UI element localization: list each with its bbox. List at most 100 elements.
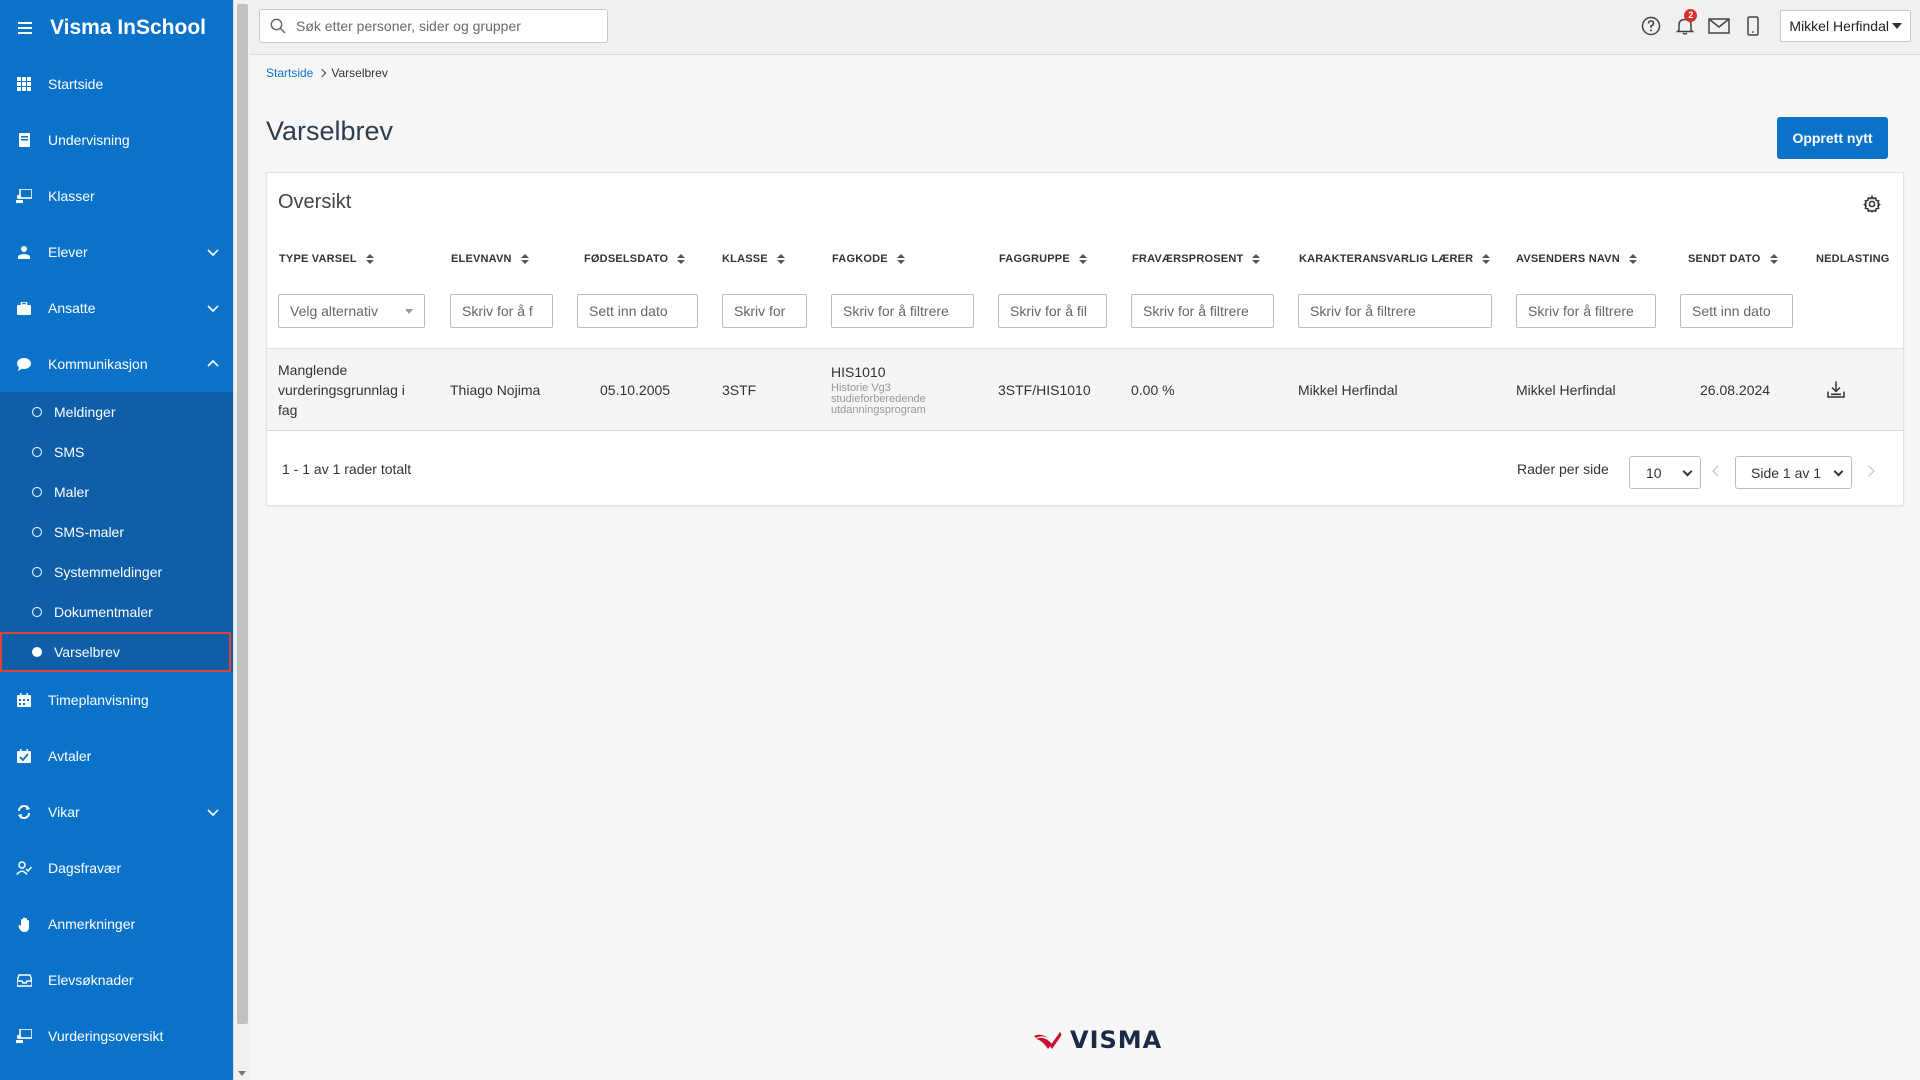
chevron-down-icon[interactable]: [207, 246, 219, 258]
app-title[interactable]: Visma InSchool: [50, 16, 206, 40]
column-header-type-varsel[interactable]: TYPE VARSEL: [279, 253, 374, 265]
row-count-text: 1 - 1 av 1 rader totalt: [282, 461, 412, 477]
sidebar-sub-varselbrev[interactable]: Varselbrev: [0, 632, 231, 672]
filter-klasse-input[interactable]: Skriv for: [722, 294, 807, 328]
filter-placeholder: Sett inn dato: [589, 303, 668, 319]
column-header-label: FAGKODE: [832, 253, 888, 265]
sort-icon[interactable]: [896, 254, 905, 264]
column-header-avsenders-navn[interactable]: AVSENDERS NAVN: [1516, 253, 1637, 265]
sidebar-sub-label: Varselbrev: [54, 644, 120, 660]
radio-dot-icon: [32, 527, 42, 537]
filter-elevnavn-input[interactable]: Skriv for å f: [450, 294, 553, 328]
gear-icon[interactable]: [1863, 195, 1881, 213]
sidebar-item-vurderingsoversikt[interactable]: Vurderingsoversikt: [0, 1008, 233, 1064]
sort-icon[interactable]: [1078, 254, 1087, 264]
scroll-down-arrow-icon[interactable]: [238, 1071, 246, 1076]
filter-avsender-input[interactable]: Skriv for å filtrere: [1516, 294, 1656, 328]
filter-type-varsel-select[interactable]: Velg alternativ: [278, 294, 425, 328]
next-page-icon[interactable]: [1863, 465, 1875, 477]
cell-avsender: Mikkel Herfindal: [1516, 381, 1616, 398]
sidebar-item-undervisning[interactable]: Undervisning: [0, 112, 233, 168]
visma-wordmark: VISMA: [1070, 1026, 1163, 1054]
filter-karakteransvarlig-input[interactable]: Skriv for å filtrere: [1298, 294, 1492, 328]
rows-per-page-label: Rader per side: [1517, 461, 1609, 477]
help-icon: [1642, 16, 1661, 36]
sidebar-scrollbar[interactable]: [233, 0, 250, 1080]
column-header-faggruppe[interactable]: FAGGRUPPE: [999, 253, 1087, 265]
column-header-label: FAGGRUPPE: [999, 253, 1070, 265]
calendar-check-icon: [16, 748, 32, 764]
column-header-elevnavn[interactable]: ELEVNAVN: [451, 253, 529, 265]
sidebar-sub-sms[interactable]: SMS: [0, 432, 233, 472]
sidebar-item-avtaler[interactable]: Avtaler: [0, 728, 233, 784]
filter-fagkode-input[interactable]: Skriv for å filtrere: [831, 294, 974, 328]
column-header-fravaersprosent[interactable]: FRAVÆRSPROSENT: [1132, 253, 1261, 265]
sort-icon[interactable]: [1769, 254, 1778, 264]
sort-icon[interactable]: [1628, 254, 1637, 264]
sidebar-sub-meldinger[interactable]: Meldinger: [0, 392, 233, 432]
column-header-label: FRAVÆRSPROSENT: [1132, 253, 1244, 265]
previous-page-icon[interactable]: [1712, 465, 1724, 477]
filter-placeholder: Velg alternativ: [290, 303, 378, 319]
chevron-up-icon[interactable]: [207, 358, 219, 370]
sidebar-item-dagsfravaer[interactable]: Dagsfravær: [0, 840, 233, 896]
sort-icon[interactable]: [1252, 254, 1261, 264]
sort-icon[interactable]: [365, 254, 374, 264]
sidebar-item-timeplanvisning[interactable]: Timeplanvisning: [0, 672, 233, 728]
filter-fodselsdato-input[interactable]: Sett inn dato: [577, 294, 698, 328]
cell-fravaersprosent: 0.00 %: [1131, 381, 1175, 398]
sidebar-item-label: Ansatte: [48, 300, 96, 316]
column-header-nedlasting: NEDLASTING: [1816, 253, 1890, 265]
sort-icon[interactable]: [776, 254, 785, 264]
chevron-down-icon[interactable]: [207, 806, 219, 818]
scrollbar-thumb[interactable]: [237, 4, 248, 1024]
sidebar-item-label: Elevsøknader: [48, 972, 134, 988]
user-menu-button[interactable]: Mikkel Herfindal: [1780, 10, 1911, 42]
sidebar-sub-maler[interactable]: Maler: [0, 472, 233, 512]
sidebar-item-vikar[interactable]: Vikar: [0, 784, 233, 840]
download-button[interactable]: [1827, 381, 1845, 402]
chevron-down-icon: [1682, 466, 1693, 477]
radio-dot-icon: [32, 607, 42, 617]
page-select[interactable]: Side 1 av 1: [1735, 456, 1852, 489]
column-header-fagkode[interactable]: FAGKODE: [832, 253, 905, 265]
sort-icon[interactable]: [677, 254, 686, 264]
rows-per-page-select[interactable]: 10: [1629, 456, 1701, 489]
filter-sendt-dato-input[interactable]: Sett inn dato: [1680, 294, 1793, 328]
sidebar-item-klasser[interactable]: Klasser: [0, 168, 233, 224]
notifications-button[interactable]: 2: [1668, 8, 1702, 44]
top-icons: 2 Mikkel Herfindal: [1634, 8, 1920, 44]
sidebar-item-startside[interactable]: Startside: [0, 56, 233, 112]
search-input[interactable]: [296, 18, 596, 34]
column-header-klasse[interactable]: KLASSE: [722, 253, 785, 265]
sidebar-sub-sms-maler[interactable]: SMS-maler: [0, 512, 233, 552]
sidebar-item-anmerkninger[interactable]: Anmerkninger: [0, 896, 233, 952]
hamburger-menu-icon[interactable]: [18, 19, 32, 37]
breadcrumb-home-link[interactable]: Startside: [266, 66, 313, 80]
sidebar-sub-label: Dokumentmaler: [54, 604, 153, 620]
chevron-down-icon: [1833, 466, 1844, 477]
help-button[interactable]: [1634, 8, 1668, 44]
sidebar-item-elever[interactable]: Elever: [0, 224, 233, 280]
table-row[interactable]: Manglende vurderingsgrunnlag i fag Thiag…: [267, 348, 1903, 431]
column-header-sendt-dato[interactable]: SENDT DATO: [1688, 253, 1778, 265]
page-title: Varselbrev: [266, 116, 394, 146]
book-icon: [16, 132, 32, 148]
column-header-karakteransvarlig[interactable]: KARAKTERANSVARLIG LÆRER: [1299, 253, 1491, 265]
sidebar-sub-systemmeldinger[interactable]: Systemmeldinger: [0, 552, 233, 592]
filter-faggruppe-input[interactable]: Skriv for å fil: [998, 294, 1107, 328]
messages-button[interactable]: [1702, 8, 1736, 44]
column-header-fodselsdato[interactable]: FØDSELSDATO: [584, 253, 686, 265]
sidebar-item-elevsoknader[interactable]: Elevsøknader: [0, 952, 233, 1008]
create-new-button[interactable]: Opprett nytt: [1777, 117, 1888, 159]
sidebar-sub-dokumentmaler[interactable]: Dokumentmaler: [0, 592, 233, 632]
filter-fravaersprosent-input[interactable]: Skriv for å filtrere: [1131, 294, 1274, 328]
top-bar: 2 Mikkel Herfindal: [250, 0, 1920, 55]
mobile-button[interactable]: [1736, 8, 1770, 44]
sort-icon[interactable]: [1482, 254, 1491, 264]
sort-icon[interactable]: [520, 254, 529, 264]
sidebar-item-kommunikasjon[interactable]: Kommunikasjon: [0, 336, 233, 392]
search-box[interactable]: [259, 9, 608, 43]
sidebar-item-ansatte[interactable]: Ansatte: [0, 280, 233, 336]
chevron-down-icon[interactable]: [207, 302, 219, 314]
